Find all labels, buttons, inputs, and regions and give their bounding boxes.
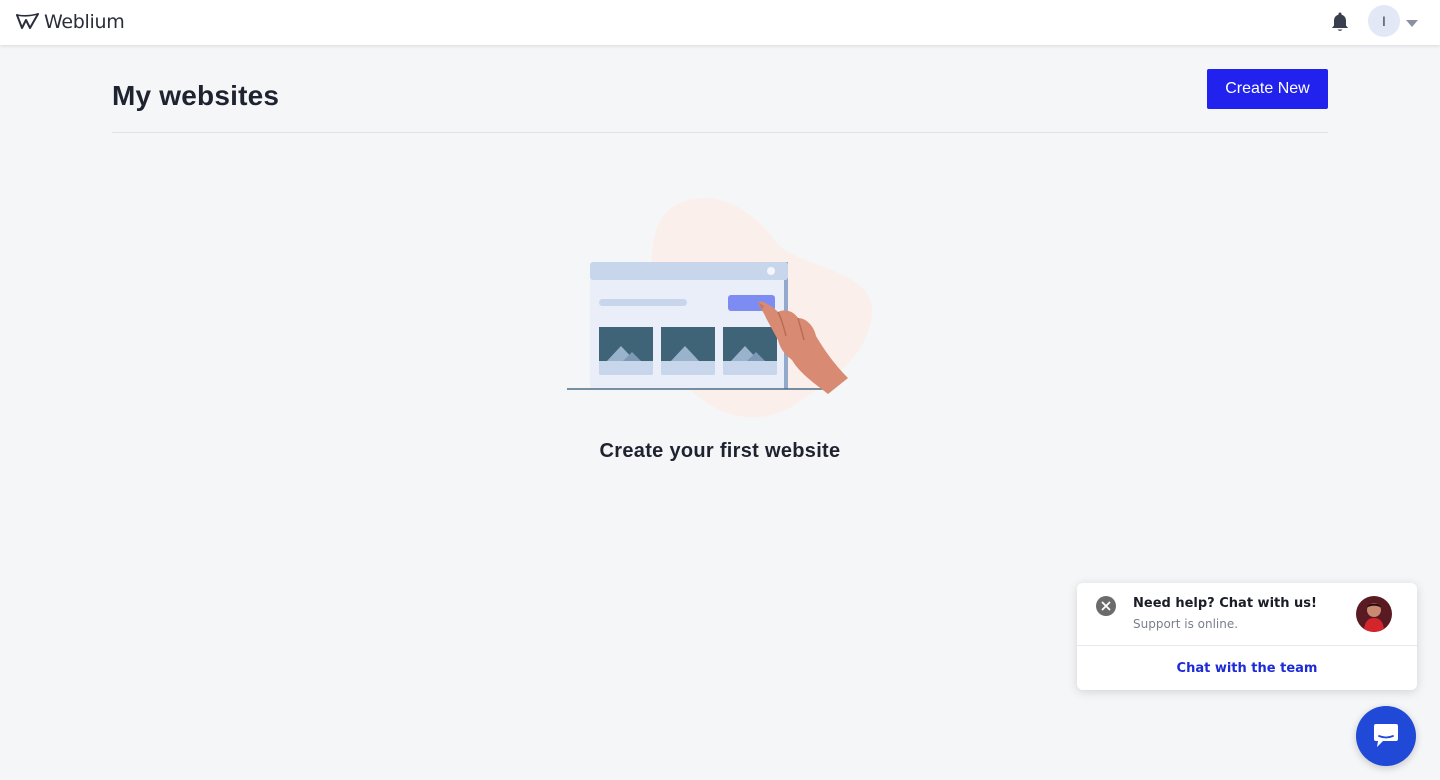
logo-text: Weblium [44, 11, 125, 33]
support-agent-avatar [1356, 596, 1392, 632]
empty-state-text: Create your first website [599, 440, 841, 462]
page-header: My websites Create New [112, 69, 1328, 133]
create-new-button[interactable]: Create New [1207, 69, 1328, 109]
weblium-logo-icon [16, 13, 39, 29]
user-avatar[interactable]: I [1368, 5, 1400, 37]
chat-title: Need help? Chat with us! [1133, 596, 1317, 611]
notifications-bell-icon[interactable] [1330, 11, 1350, 33]
weblium-logo[interactable]: Weblium [16, 10, 125, 34]
caret-down-icon[interactable] [1405, 16, 1419, 27]
chat-with-team-link[interactable]: Chat with the team [1077, 646, 1417, 690]
close-icon[interactable] [1096, 596, 1116, 616]
page-title: My websites [112, 80, 280, 111]
chat-launcher-button[interactable] [1356, 706, 1416, 766]
chat-bubble-icon [1374, 724, 1398, 747]
chat-status-text: Support is online. [1133, 617, 1239, 631]
empty-state-illustration [560, 190, 880, 420]
chat-help-card: Need help? Chat with us! Support is onli… [1077, 583, 1417, 690]
top-navigation-bar: Weblium I [0, 0, 1440, 45]
user-initial: I [1382, 13, 1386, 29]
